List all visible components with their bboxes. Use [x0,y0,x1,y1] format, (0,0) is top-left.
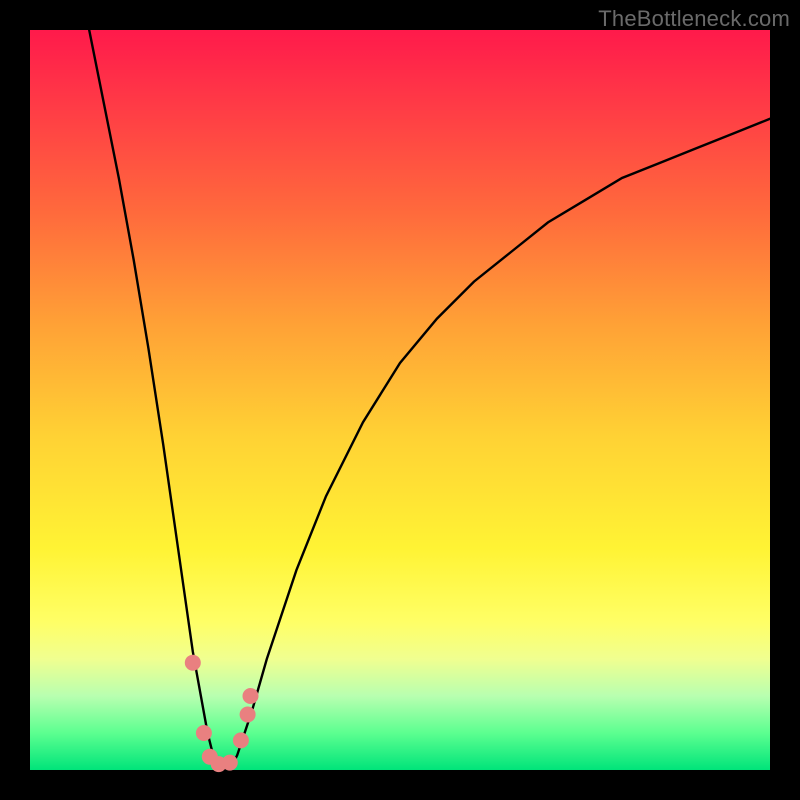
watermark-text: TheBottleneck.com [598,6,790,32]
data-marker [233,732,249,748]
plot-area [30,30,770,770]
data-marker [240,707,256,723]
data-marker [243,688,259,704]
chart-frame: TheBottleneck.com [0,0,800,800]
curve-svg [30,30,770,770]
data-marker [185,655,201,671]
data-marker [196,725,212,741]
data-marker [222,755,238,771]
